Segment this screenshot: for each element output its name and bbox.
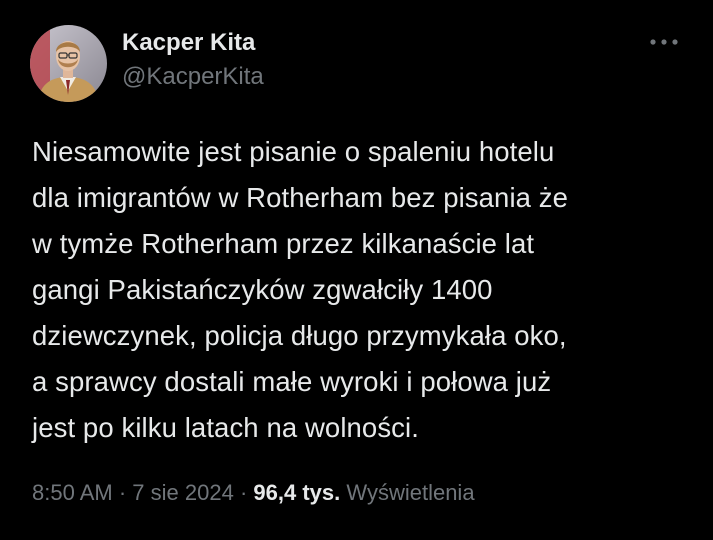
tweet-text: Niesamowite jest pisanie o spaleniu hote…	[32, 136, 569, 443]
author-block[interactable]: Kacper Kita @KacperKita	[122, 28, 264, 92]
author-display-name[interactable]: Kacper Kita	[122, 28, 264, 58]
meta-separator: ·	[118, 480, 127, 505]
author-handle[interactable]: @KacperKita	[122, 62, 264, 92]
views-label: Wyświetlenia	[346, 480, 475, 505]
tweet-date[interactable]: 7 sie 2024	[132, 480, 234, 505]
views-count: 96,4 tys.	[253, 480, 341, 505]
more-options-button[interactable]	[642, 28, 686, 56]
avatar-photo	[30, 25, 107, 102]
tweet-metadata: 8:50 AM · 7 sie 2024 · 96,4 tys. Wyświet…	[32, 478, 475, 508]
tweet-card: Kacper Kita @KacperKita Niesamowite jest…	[0, 0, 713, 540]
avatar[interactable]	[30, 25, 107, 102]
more-horizontal-icon	[649, 33, 679, 51]
meta-separator: ·	[239, 480, 248, 505]
tweet-time[interactable]: 8:50 AM	[32, 480, 113, 505]
